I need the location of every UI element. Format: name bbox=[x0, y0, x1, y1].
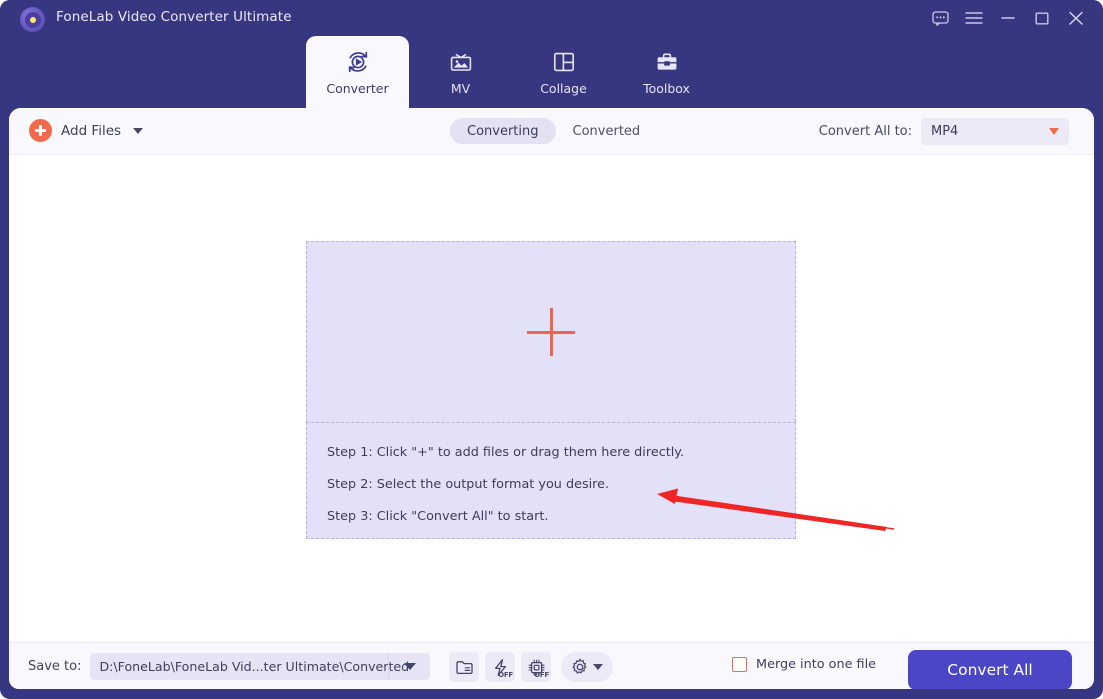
large-plus-icon[interactable] bbox=[527, 308, 575, 356]
output-format-value: MP4 bbox=[931, 124, 959, 139]
dropzone-add-area[interactable] bbox=[306, 241, 796, 422]
nav-bar: Converter MV Collage Toolbox bbox=[0, 36, 1103, 108]
convert-all-to-group: Convert All to: MP4 bbox=[819, 118, 1069, 145]
add-files-button[interactable]: Add Files bbox=[29, 119, 144, 142]
save-path-dropdown[interactable] bbox=[388, 653, 430, 680]
step-3-text: Step 3: Click "Convert All" to start. bbox=[327, 509, 549, 524]
nav-tab-label: Collage bbox=[540, 81, 587, 96]
nav-tab-label: Converter bbox=[326, 81, 389, 96]
save-to-group: Save to: D:\FoneLab\FoneLab Vid...ter Ul… bbox=[28, 653, 431, 680]
hardware-acceleration-button[interactable]: OFF bbox=[485, 652, 515, 682]
preferences-button[interactable] bbox=[561, 652, 613, 682]
merge-into-one-file-checkbox[interactable]: Merge into one file bbox=[732, 657, 876, 672]
menu-button[interactable] bbox=[957, 0, 991, 36]
output-format-select[interactable]: MP4 bbox=[921, 118, 1069, 145]
stage-area: Step 1: Click "+" to add files or drag t… bbox=[9, 155, 1094, 642]
collage-grid-icon bbox=[550, 48, 578, 76]
dropzone-instructions: Step 1: Click "+" to add files or drag t… bbox=[306, 422, 796, 539]
gpu-status-badge: OFF bbox=[534, 671, 549, 679]
toolbox-briefcase-icon bbox=[653, 48, 681, 76]
chevron-down-icon[interactable] bbox=[133, 127, 144, 134]
open-folder-button[interactable] bbox=[449, 652, 479, 682]
hamburger-menu-icon bbox=[965, 12, 983, 24]
nav-tab-converter[interactable]: Converter bbox=[306, 36, 409, 108]
feedback-button[interactable] bbox=[923, 0, 957, 36]
maximize-icon bbox=[1035, 12, 1049, 25]
acceleration-status-badge: OFF bbox=[498, 671, 513, 679]
window-controls bbox=[923, 0, 1093, 36]
bottom-icon-buttons: OFF OFF bbox=[449, 652, 613, 682]
nav-tab-mv[interactable]: MV bbox=[409, 36, 512, 108]
nav-tab-label: MV bbox=[450, 81, 471, 96]
convert-all-button[interactable]: Convert All bbox=[908, 650, 1072, 689]
checkbox-box[interactable] bbox=[732, 657, 748, 672]
file-dropzone[interactable]: Step 1: Click "+" to add files or drag t… bbox=[306, 241, 796, 539]
folder-icon bbox=[455, 660, 473, 674]
status-tabs: Converting Converted bbox=[450, 118, 657, 144]
nav-tabs: Converter MV Collage Toolbox bbox=[306, 36, 718, 108]
merge-label: Merge into one file bbox=[756, 657, 876, 672]
nav-tab-collage[interactable]: Collage bbox=[512, 36, 615, 108]
add-files-label: Add Files bbox=[61, 122, 122, 139]
tab-converted[interactable]: Converted bbox=[556, 118, 658, 144]
chat-bubble-icon bbox=[931, 10, 949, 26]
app-title: FoneLab Video Converter Ultimate bbox=[56, 9, 292, 25]
close-button[interactable] bbox=[1059, 0, 1093, 36]
convert-all-to-label: Convert All to: bbox=[818, 124, 912, 139]
plus-circle-icon bbox=[29, 119, 52, 142]
tab-converting[interactable]: Converting bbox=[450, 118, 556, 144]
bottom-bar: Save to: D:\FoneLab\FoneLab Vid...ter Ul… bbox=[9, 642, 1094, 689]
save-to-label: Save to: bbox=[28, 659, 82, 674]
toolbar: Add Files Converting Converted Convert A… bbox=[9, 108, 1094, 155]
app-window: FoneLab Video Converter Ultimate Convert… bbox=[0, 0, 1103, 699]
chevron-down-icon[interactable] bbox=[593, 664, 603, 670]
minimize-icon bbox=[1001, 17, 1015, 19]
gear-icon bbox=[572, 658, 587, 674]
save-path-value: D:\FoneLab\FoneLab Vid...ter Ultimate\Co… bbox=[99, 659, 410, 674]
maximize-button[interactable] bbox=[1025, 0, 1059, 36]
mv-tv-image-icon bbox=[447, 48, 475, 76]
step-2-text: Step 2: Select the output format you des… bbox=[327, 477, 610, 492]
converter-refresh-play-icon bbox=[344, 48, 372, 76]
content-panel: Add Files Converting Converted Convert A… bbox=[9, 108, 1094, 689]
nav-tab-toolbox[interactable]: Toolbox bbox=[615, 36, 718, 108]
app-logo-icon bbox=[20, 7, 45, 32]
close-icon bbox=[1069, 11, 1083, 25]
caret-down-icon bbox=[1049, 128, 1059, 135]
gpu-acceleration-button[interactable]: OFF bbox=[521, 652, 551, 682]
caret-down-icon bbox=[403, 663, 416, 670]
minimize-button[interactable] bbox=[991, 0, 1025, 36]
title-bar: FoneLab Video Converter Ultimate bbox=[0, 0, 1103, 36]
save-path-input[interactable]: D:\FoneLab\FoneLab Vid...ter Ultimate\Co… bbox=[90, 653, 431, 680]
step-1-text: Step 1: Click "+" to add files or drag t… bbox=[327, 445, 685, 460]
nav-tab-label: Toolbox bbox=[643, 81, 690, 96]
